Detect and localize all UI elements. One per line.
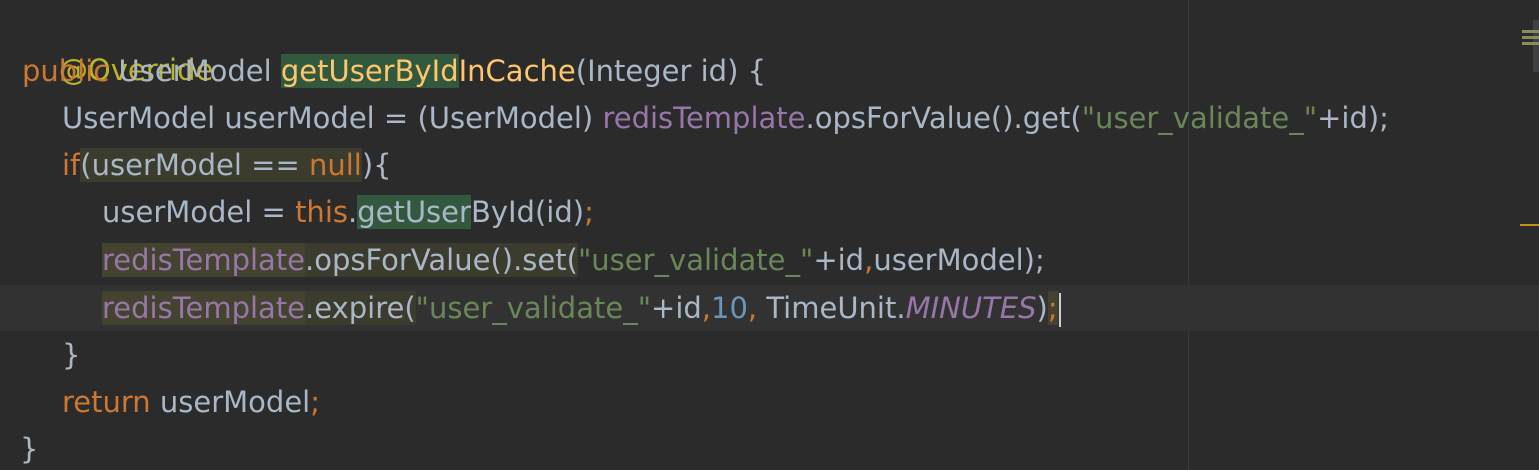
code-line-4[interactable]: if(userModel == null){ <box>62 142 392 188</box>
method-name-highlighted: getUserById <box>280 54 459 88</box>
warning-stripe-mark[interactable] <box>1520 224 1539 226</box>
static-constant-minutes: MINUTES <box>905 291 1037 325</box>
code-line-10[interactable]: } <box>20 426 38 470</box>
return-value: userModel <box>159 385 311 419</box>
variable-declaration: UserModel userModel = (UserModel) <box>62 101 603 135</box>
code-line-8[interactable]: } <box>62 332 80 378</box>
argument-tail: userModel); <box>873 243 1045 277</box>
time-unit-class: TimeUnit. <box>757 291 906 325</box>
assignment: userModel = <box>102 195 296 229</box>
method-call-highlighted: getUser <box>357 195 471 229</box>
stripe-mark[interactable] <box>1522 36 1539 39</box>
number-literal: 10 <box>711 291 748 325</box>
keyword-if: if <box>62 148 81 182</box>
error-stripe-marks[interactable] <box>1518 22 1539 62</box>
field-redis-template: redisTemplate <box>102 291 306 325</box>
code-line-1[interactable]: @Override <box>22 1 213 87</box>
semicolon: ; <box>1047 291 1058 325</box>
if-condition: userModel == <box>91 148 309 182</box>
if-open-paren: ( <box>80 148 92 182</box>
code-line-7[interactable]: redisTemplate.expire("user_validate_"+id… <box>102 285 1061 331</box>
right-margin-guide <box>1188 0 1189 470</box>
dot-operator: . <box>347 195 358 229</box>
comma: , <box>701 291 712 325</box>
method-call-suffix: ById(id) <box>470 195 585 229</box>
comma: , <box>747 291 758 325</box>
comma: , <box>864 243 874 277</box>
close-paren: ) <box>1036 291 1048 325</box>
method-expire: .expire( <box>305 291 416 325</box>
stripe-mark[interactable] <box>1522 42 1539 45</box>
method-chain: .opsForValue().get( <box>805 101 1082 135</box>
string-literal: "user_validate_" <box>1081 101 1318 135</box>
semicolon: ; <box>310 385 320 419</box>
code-line-6[interactable]: redisTemplate.opsForValue().set("user_va… <box>102 237 1045 283</box>
text-caret <box>1058 293 1061 327</box>
keyword-null: null <box>308 148 362 182</box>
if-close: ){ <box>361 148 392 182</box>
code-line-9[interactable]: return userModel; <box>62 379 320 425</box>
method-params: (Integer id) { <box>575 54 767 88</box>
code-line-5[interactable]: userModel = this.getUserById(id); <box>102 189 594 235</box>
return-type: UserModel <box>118 54 281 88</box>
code-line-3[interactable]: UserModel userModel = (UserModel) redisT… <box>62 95 1389 141</box>
method-name-suffix: InCache <box>458 54 576 88</box>
closing-brace: } <box>62 338 81 372</box>
semicolon: ; <box>584 195 594 229</box>
code-line-2[interactable]: public UserModel getUserByIdInCache(Inte… <box>22 48 766 94</box>
string-literal: "user_validate_" <box>577 243 814 277</box>
keyword-public: public <box>22 54 119 88</box>
field-redis-template: redisTemplate <box>602 101 806 135</box>
keyword-this: this <box>295 195 348 229</box>
field-redis-template: redisTemplate <box>102 243 306 277</box>
stripe-mark[interactable] <box>1522 30 1539 33</box>
code-editor[interactable]: @Override public UserModel getUserByIdIn… <box>0 0 1539 470</box>
expression-tail: +id); <box>1317 101 1389 135</box>
string-literal: "user_validate_" <box>415 291 652 325</box>
keyword-return: return <box>62 385 160 419</box>
argument-id: +id <box>651 291 702 325</box>
argument-id: +id <box>813 243 865 277</box>
method-chain: .opsForValue().set( <box>305 243 578 277</box>
closing-brace: } <box>20 432 39 466</box>
